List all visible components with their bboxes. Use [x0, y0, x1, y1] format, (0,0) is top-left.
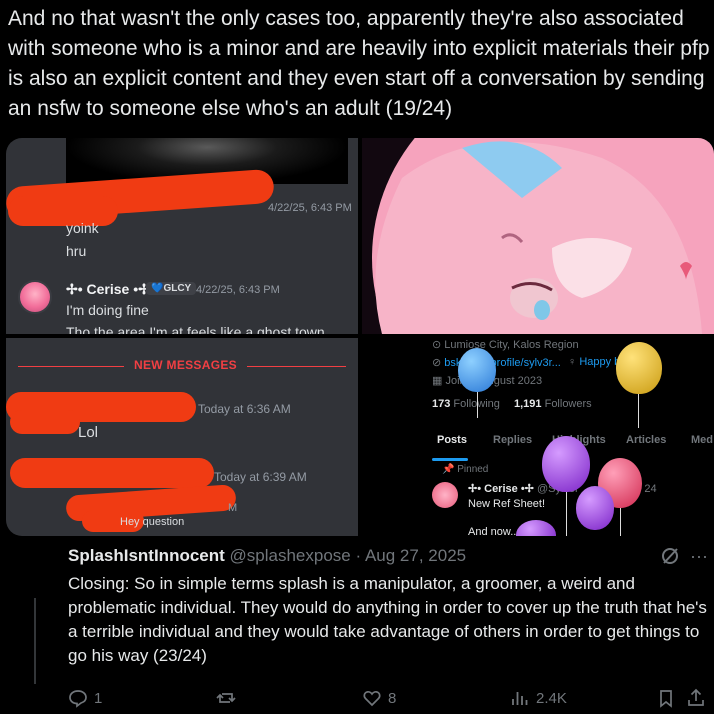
chat-message: hru [66, 243, 87, 259]
reply-button[interactable]: 1 [68, 688, 102, 708]
separator: · [355, 546, 362, 565]
chat-message: Lol [78, 424, 99, 441]
pinned-post-more: And now... [468, 526, 520, 536]
media-grid[interactable]: 4/22/25, 6:43 PM yoink hru ✢• Cerise •✢ … [6, 138, 714, 536]
pink-character-illustration [362, 138, 714, 334]
avatar[interactable] [18, 280, 52, 314]
chat-message: Hey question [120, 516, 185, 528]
yellow-balloon [616, 342, 662, 394]
repost-icon [216, 693, 236, 703]
chat-message: I'm doing fine [66, 302, 149, 318]
tab-media[interactable]: Med [691, 434, 713, 446]
avatar[interactable] [432, 482, 458, 508]
message-timestamp: 4/22/25, 6:43 PM [268, 202, 352, 214]
chat-message: Tho the area I'm at feels like a ghost t… [66, 324, 325, 334]
role-badge: 💙GLCY [146, 282, 197, 295]
post-date[interactable]: Aug 27, 2025 [365, 546, 466, 565]
profile-screenshot[interactable]: ⊙ Lumiose City, Kalos Region ⊘ bsky.app/… [362, 338, 714, 536]
new-messages-label: NEW MESSAGES [124, 358, 247, 372]
reply-icon [69, 690, 87, 708]
purple-balloon [516, 520, 556, 536]
message-timestamp: Today at 6:39 AM [214, 470, 307, 484]
views-icon [512, 692, 528, 705]
chat-message: yoink [66, 220, 99, 236]
reply-count: 1 [94, 689, 103, 707]
discord-chat-screenshot-1[interactable]: 4/22/25, 6:43 PM yoink hru ✢• Cerise •✢ … [6, 138, 358, 334]
following-count[interactable]: 173 Following [432, 398, 500, 410]
username[interactable]: ✢• Cerise •✢ [66, 281, 150, 298]
profile-link[interactable]: ⊘ bsky.app/profile/sylv3r... [432, 356, 561, 369]
tab-posts[interactable]: Posts [437, 434, 467, 446]
repost-button[interactable] [216, 688, 236, 708]
grok-icon[interactable] [660, 546, 680, 571]
thread-rail [34, 598, 36, 684]
post-text: And no that wasn't the only cases too, a… [8, 7, 710, 120]
tweet-text: Closing: So in simple terms splash is a … [68, 574, 707, 665]
pinned-post-text: New Ref Sheet! [468, 498, 546, 510]
message-timestamp: M [228, 502, 238, 514]
redaction-mark [8, 196, 118, 226]
location-text: ⊙ Lumiose City, Kalos Region [432, 339, 579, 351]
blue-balloon [458, 348, 496, 392]
anime-profile-art[interactable] [362, 138, 714, 334]
handle[interactable]: @splashexpose [230, 546, 351, 565]
purple-balloon [542, 436, 590, 492]
active-tab-indicator [432, 458, 468, 461]
pinned-label: 📌 Pinned [442, 464, 489, 475]
purple-balloon [576, 486, 614, 530]
redaction-mark [10, 410, 80, 434]
bookmark-button[interactable] [656, 688, 676, 708]
balloon-string [638, 388, 639, 428]
like-count: 8 [388, 689, 397, 707]
more-options-icon[interactable]: ··· [690, 546, 708, 567]
message-timestamp: Today at 6:36 AM [198, 402, 291, 416]
share-button[interactable] [686, 688, 706, 708]
redaction-mark [10, 458, 214, 488]
tab-articles[interactable]: Articles [626, 434, 666, 446]
display-name[interactable]: SplashIsntInnocent [68, 546, 225, 565]
views-button[interactable]: 2.4K [510, 688, 567, 708]
discord-chat-screenshot-2[interactable]: NEW MESSAGES Today at 6:36 AM Lol Today … [6, 338, 358, 536]
heart-icon [363, 691, 381, 707]
balloon-string [566, 488, 567, 536]
bookmark-icon [660, 690, 672, 708]
tweet-header[interactable]: SplashIsntInnocent @splashexpose · Aug 2… [68, 546, 466, 566]
share-icon [688, 688, 704, 706]
followers-count[interactable]: 1,191 Followers [514, 398, 592, 410]
view-count: 2.4K [536, 689, 567, 707]
like-button[interactable]: 8 [362, 688, 396, 708]
tab-replies[interactable]: Replies [493, 434, 532, 446]
message-timestamp: 4/22/25, 6:43 PM [196, 284, 280, 296]
